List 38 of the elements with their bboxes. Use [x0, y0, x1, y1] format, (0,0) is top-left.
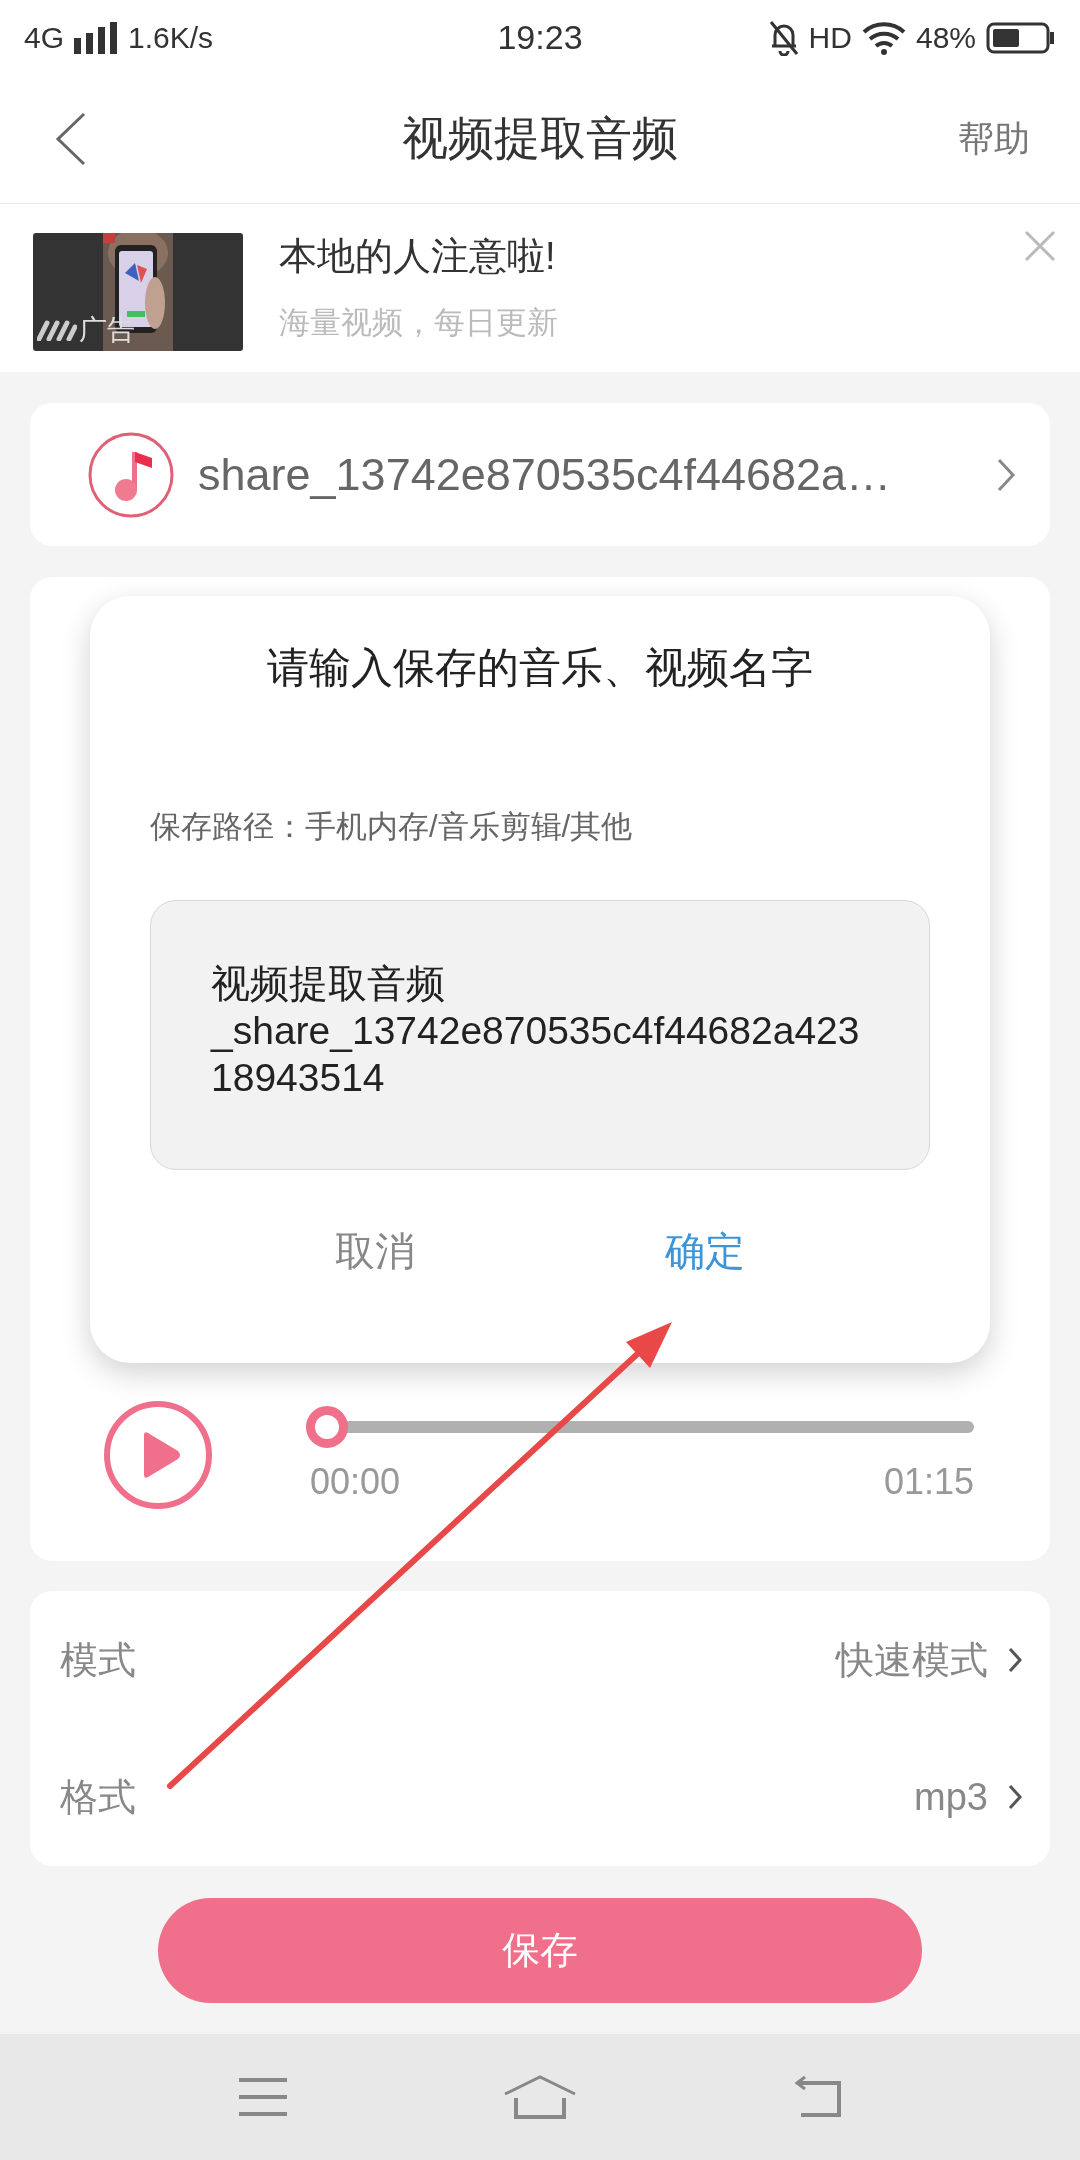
page-title: 视频提取音频: [402, 111, 678, 166]
ad-banner[interactable]: 广告 本地的人注意啦! 海量视频，每日更新: [0, 204, 1080, 372]
settings-row[interactable]: 模式 快速模式: [60, 1591, 1022, 1729]
chevron-right-icon: [1008, 1784, 1022, 1810]
save-path-text: 保存路径：手机内存/音乐剪辑/其他: [150, 808, 633, 846]
close-icon[interactable]: [1024, 230, 1056, 262]
settings-row[interactable]: 格式 mp3: [60, 1728, 1022, 1866]
battery-icon: [986, 21, 1056, 54]
save-button[interactable]: 保存: [158, 1898, 922, 2003]
cancel-button[interactable]: 取消: [315, 1214, 435, 1289]
stripes-icon: [37, 319, 77, 341]
wifi-icon: [861, 20, 906, 55]
duration-time: 01:15: [883, 1461, 974, 1503]
network-speed: 1.6K/s: [128, 20, 214, 55]
ad-subtitle: 海量视频，每日更新: [279, 304, 558, 342]
home-icon[interactable]: [503, 2074, 577, 2120]
back-icon[interactable]: [54, 112, 86, 166]
hd-label: HD: [808, 20, 852, 55]
battery-percent: 48%: [915, 20, 976, 55]
ad-label: 广告: [79, 313, 135, 347]
signal-icon: [74, 21, 119, 54]
confirm-button[interactable]: 确定: [645, 1214, 765, 1289]
dialog-title: 请输入保存的音乐、视频名字: [267, 643, 813, 693]
menu-icon[interactable]: [237, 2077, 289, 2117]
chevron-right-icon: [1008, 1647, 1022, 1673]
clock: 19:23: [497, 18, 583, 57]
music-note-icon: [88, 431, 174, 518]
file-name-field[interactable]: 视频提取音频_share_13742e870535c4f44682a42318943514: [150, 900, 930, 1170]
help-button[interactable]: 帮助: [958, 114, 1030, 164]
bell-off-icon: [768, 19, 799, 56]
play-button[interactable]: [102, 1399, 214, 1511]
progress-slider[interactable]: [306, 1406, 974, 1448]
current-time: 00:00: [310, 1461, 401, 1503]
file-card[interactable]: share_13742e870535c4f44682a…: [30, 403, 1050, 546]
file-name: share_13742e870535c4f44682a…: [198, 448, 893, 501]
chevron-right-icon: [996, 456, 1016, 493]
ad-title: 本地的人注意啦!: [279, 234, 557, 279]
network-type: 4G: [24, 20, 65, 55]
